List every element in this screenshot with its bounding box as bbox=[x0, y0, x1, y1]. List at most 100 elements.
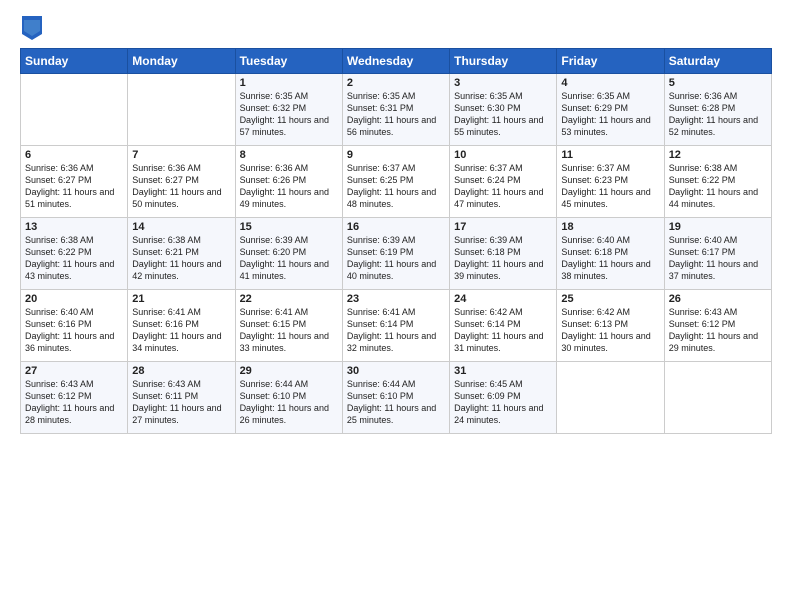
day-info: Sunrise: 6:37 AM Sunset: 6:24 PM Dayligh… bbox=[454, 162, 552, 211]
day-cell: 6Sunrise: 6:36 AM Sunset: 6:27 PM Daylig… bbox=[21, 146, 128, 218]
day-header-tuesday: Tuesday bbox=[235, 49, 342, 74]
day-info: Sunrise: 6:36 AM Sunset: 6:27 PM Dayligh… bbox=[132, 162, 230, 211]
day-number: 29 bbox=[240, 365, 338, 377]
day-cell: 21Sunrise: 6:41 AM Sunset: 6:16 PM Dayli… bbox=[128, 290, 235, 362]
day-cell: 15Sunrise: 6:39 AM Sunset: 6:20 PM Dayli… bbox=[235, 218, 342, 290]
day-number: 7 bbox=[132, 149, 230, 161]
day-number: 16 bbox=[347, 221, 445, 233]
day-header-friday: Friday bbox=[557, 49, 664, 74]
day-header-thursday: Thursday bbox=[450, 49, 557, 74]
day-cell: 14Sunrise: 6:38 AM Sunset: 6:21 PM Dayli… bbox=[128, 218, 235, 290]
day-number: 20 bbox=[25, 293, 123, 305]
day-info: Sunrise: 6:36 AM Sunset: 6:26 PM Dayligh… bbox=[240, 162, 338, 211]
day-number: 18 bbox=[561, 221, 659, 233]
day-number: 19 bbox=[669, 221, 767, 233]
day-info: Sunrise: 6:38 AM Sunset: 6:22 PM Dayligh… bbox=[25, 234, 123, 283]
day-number: 1 bbox=[240, 77, 338, 89]
day-number: 21 bbox=[132, 293, 230, 305]
day-cell: 4Sunrise: 6:35 AM Sunset: 6:29 PM Daylig… bbox=[557, 74, 664, 146]
day-info: Sunrise: 6:35 AM Sunset: 6:30 PM Dayligh… bbox=[454, 90, 552, 139]
day-number: 11 bbox=[561, 149, 659, 161]
day-info: Sunrise: 6:39 AM Sunset: 6:18 PM Dayligh… bbox=[454, 234, 552, 283]
day-info: Sunrise: 6:39 AM Sunset: 6:19 PM Dayligh… bbox=[347, 234, 445, 283]
day-header-monday: Monday bbox=[128, 49, 235, 74]
day-header-saturday: Saturday bbox=[664, 49, 771, 74]
day-cell: 25Sunrise: 6:42 AM Sunset: 6:13 PM Dayli… bbox=[557, 290, 664, 362]
day-info: Sunrise: 6:35 AM Sunset: 6:31 PM Dayligh… bbox=[347, 90, 445, 139]
day-number: 3 bbox=[454, 77, 552, 89]
day-info: Sunrise: 6:42 AM Sunset: 6:13 PM Dayligh… bbox=[561, 306, 659, 355]
day-number: 4 bbox=[561, 77, 659, 89]
day-cell bbox=[664, 362, 771, 434]
day-info: Sunrise: 6:38 AM Sunset: 6:22 PM Dayligh… bbox=[669, 162, 767, 211]
day-info: Sunrise: 6:36 AM Sunset: 6:27 PM Dayligh… bbox=[25, 162, 123, 211]
day-info: Sunrise: 6:40 AM Sunset: 6:17 PM Dayligh… bbox=[669, 234, 767, 283]
day-info: Sunrise: 6:35 AM Sunset: 6:29 PM Dayligh… bbox=[561, 90, 659, 139]
week-row-4: 20Sunrise: 6:40 AM Sunset: 6:16 PM Dayli… bbox=[21, 290, 772, 362]
week-row-2: 6Sunrise: 6:36 AM Sunset: 6:27 PM Daylig… bbox=[21, 146, 772, 218]
day-cell: 11Sunrise: 6:37 AM Sunset: 6:23 PM Dayli… bbox=[557, 146, 664, 218]
header bbox=[20, 16, 772, 40]
day-info: Sunrise: 6:38 AM Sunset: 6:21 PM Dayligh… bbox=[132, 234, 230, 283]
day-number: 31 bbox=[454, 365, 552, 377]
page: SundayMondayTuesdayWednesdayThursdayFrid… bbox=[0, 0, 792, 612]
day-number: 13 bbox=[25, 221, 123, 233]
day-cell: 10Sunrise: 6:37 AM Sunset: 6:24 PM Dayli… bbox=[450, 146, 557, 218]
day-cell: 8Sunrise: 6:36 AM Sunset: 6:26 PM Daylig… bbox=[235, 146, 342, 218]
week-row-3: 13Sunrise: 6:38 AM Sunset: 6:22 PM Dayli… bbox=[21, 218, 772, 290]
day-number: 17 bbox=[454, 221, 552, 233]
logo-icon bbox=[22, 16, 42, 40]
day-cell: 12Sunrise: 6:38 AM Sunset: 6:22 PM Dayli… bbox=[664, 146, 771, 218]
day-number: 15 bbox=[240, 221, 338, 233]
day-cell: 1Sunrise: 6:35 AM Sunset: 6:32 PM Daylig… bbox=[235, 74, 342, 146]
day-number: 30 bbox=[347, 365, 445, 377]
day-number: 22 bbox=[240, 293, 338, 305]
day-cell: 3Sunrise: 6:35 AM Sunset: 6:30 PM Daylig… bbox=[450, 74, 557, 146]
day-number: 27 bbox=[25, 365, 123, 377]
day-cell bbox=[557, 362, 664, 434]
day-info: Sunrise: 6:35 AM Sunset: 6:32 PM Dayligh… bbox=[240, 90, 338, 139]
day-cell: 13Sunrise: 6:38 AM Sunset: 6:22 PM Dayli… bbox=[21, 218, 128, 290]
calendar-table: SundayMondayTuesdayWednesdayThursdayFrid… bbox=[20, 48, 772, 434]
day-cell: 17Sunrise: 6:39 AM Sunset: 6:18 PM Dayli… bbox=[450, 218, 557, 290]
day-number: 28 bbox=[132, 365, 230, 377]
day-cell: 2Sunrise: 6:35 AM Sunset: 6:31 PM Daylig… bbox=[342, 74, 449, 146]
day-cell: 20Sunrise: 6:40 AM Sunset: 6:16 PM Dayli… bbox=[21, 290, 128, 362]
day-cell: 24Sunrise: 6:42 AM Sunset: 6:14 PM Dayli… bbox=[450, 290, 557, 362]
day-cell: 18Sunrise: 6:40 AM Sunset: 6:18 PM Dayli… bbox=[557, 218, 664, 290]
day-cell bbox=[21, 74, 128, 146]
day-number: 6 bbox=[25, 149, 123, 161]
day-cell: 5Sunrise: 6:36 AM Sunset: 6:28 PM Daylig… bbox=[664, 74, 771, 146]
day-cell: 7Sunrise: 6:36 AM Sunset: 6:27 PM Daylig… bbox=[128, 146, 235, 218]
day-info: Sunrise: 6:45 AM Sunset: 6:09 PM Dayligh… bbox=[454, 378, 552, 427]
day-cell: 19Sunrise: 6:40 AM Sunset: 6:17 PM Dayli… bbox=[664, 218, 771, 290]
day-info: Sunrise: 6:44 AM Sunset: 6:10 PM Dayligh… bbox=[240, 378, 338, 427]
logo bbox=[20, 16, 42, 40]
day-number: 10 bbox=[454, 149, 552, 161]
day-info: Sunrise: 6:39 AM Sunset: 6:20 PM Dayligh… bbox=[240, 234, 338, 283]
day-info: Sunrise: 6:41 AM Sunset: 6:16 PM Dayligh… bbox=[132, 306, 230, 355]
day-info: Sunrise: 6:43 AM Sunset: 6:12 PM Dayligh… bbox=[25, 378, 123, 427]
day-cell bbox=[128, 74, 235, 146]
day-cell: 29Sunrise: 6:44 AM Sunset: 6:10 PM Dayli… bbox=[235, 362, 342, 434]
day-cell: 9Sunrise: 6:37 AM Sunset: 6:25 PM Daylig… bbox=[342, 146, 449, 218]
week-row-1: 1Sunrise: 6:35 AM Sunset: 6:32 PM Daylig… bbox=[21, 74, 772, 146]
day-cell: 23Sunrise: 6:41 AM Sunset: 6:14 PM Dayli… bbox=[342, 290, 449, 362]
day-info: Sunrise: 6:37 AM Sunset: 6:25 PM Dayligh… bbox=[347, 162, 445, 211]
day-info: Sunrise: 6:41 AM Sunset: 6:15 PM Dayligh… bbox=[240, 306, 338, 355]
day-info: Sunrise: 6:37 AM Sunset: 6:23 PM Dayligh… bbox=[561, 162, 659, 211]
day-number: 12 bbox=[669, 149, 767, 161]
day-number: 5 bbox=[669, 77, 767, 89]
day-cell: 31Sunrise: 6:45 AM Sunset: 6:09 PM Dayli… bbox=[450, 362, 557, 434]
week-row-5: 27Sunrise: 6:43 AM Sunset: 6:12 PM Dayli… bbox=[21, 362, 772, 434]
day-number: 9 bbox=[347, 149, 445, 161]
day-number: 2 bbox=[347, 77, 445, 89]
day-info: Sunrise: 6:40 AM Sunset: 6:16 PM Dayligh… bbox=[25, 306, 123, 355]
day-info: Sunrise: 6:42 AM Sunset: 6:14 PM Dayligh… bbox=[454, 306, 552, 355]
day-number: 23 bbox=[347, 293, 445, 305]
day-number: 8 bbox=[240, 149, 338, 161]
day-info: Sunrise: 6:40 AM Sunset: 6:18 PM Dayligh… bbox=[561, 234, 659, 283]
day-info: Sunrise: 6:43 AM Sunset: 6:12 PM Dayligh… bbox=[669, 306, 767, 355]
day-info: Sunrise: 6:44 AM Sunset: 6:10 PM Dayligh… bbox=[347, 378, 445, 427]
day-info: Sunrise: 6:41 AM Sunset: 6:14 PM Dayligh… bbox=[347, 306, 445, 355]
